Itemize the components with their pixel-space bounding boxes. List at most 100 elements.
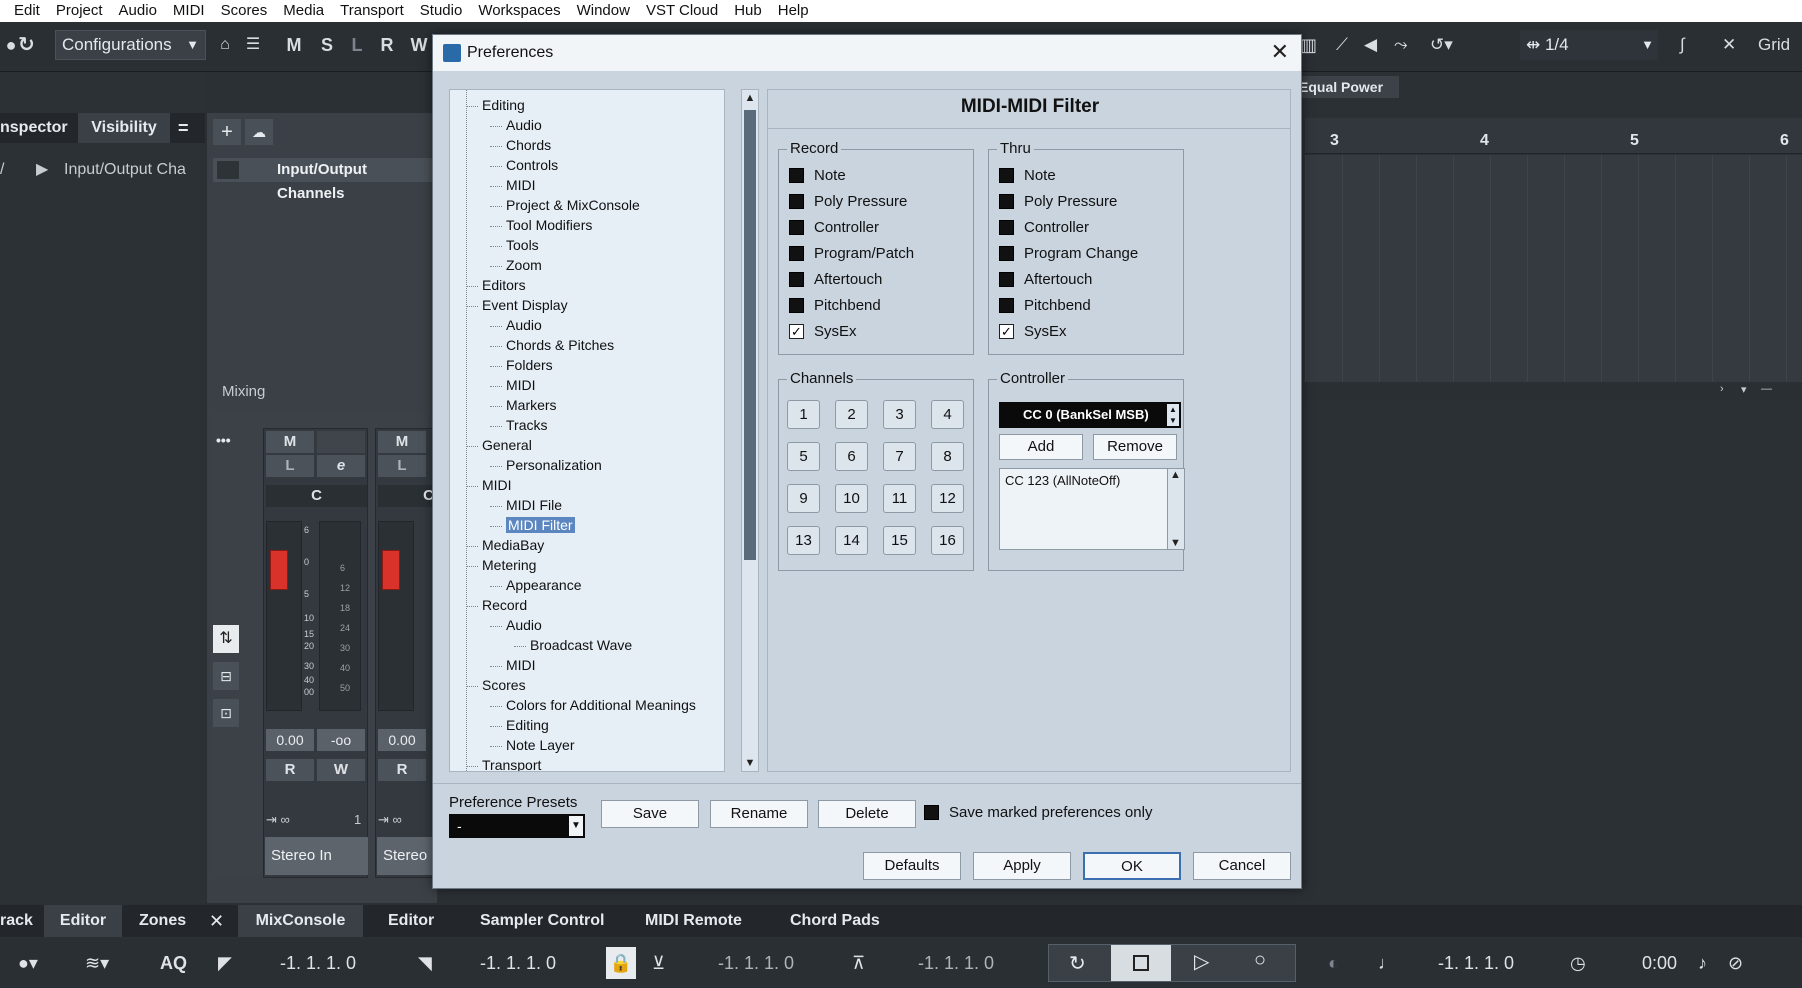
channel-button[interactable]: 5 <box>787 442 820 471</box>
record-checkbox[interactable] <box>789 193 804 209</box>
note-icon[interactable]: ♩ <box>1378 947 1396 979</box>
stop-button[interactable] <box>1111 945 1171 981</box>
tab-mixconsole[interactable]: MixConsole <box>238 905 363 937</box>
scroll-up-icon[interactable]: ▲ <box>1170 469 1181 481</box>
record-checkbox[interactable] <box>789 245 804 261</box>
tree-item[interactable]: MIDI <box>506 657 536 673</box>
left-locator-icon[interactable]: ◤ <box>218 947 232 979</box>
strip-read-button[interactable]: R <box>378 759 426 781</box>
rename-preset-button[interactable]: Rename <box>710 800 808 828</box>
tree-scrollbar[interactable]: ▲ ▼ <box>741 89 759 772</box>
menu-item-workspaces[interactable]: Workspaces <box>470 0 568 22</box>
tree-item[interactable]: MediaBay <box>482 537 544 553</box>
record-checkbox[interactable] <box>789 297 804 313</box>
tree-item[interactable]: Editors <box>482 277 526 293</box>
menu-item-audio[interactable]: Audio <box>111 0 165 22</box>
record-filter-row[interactable]: Program/Patch <box>789 242 914 264</box>
add-icon[interactable]: + <box>213 119 241 145</box>
io-channels-bar[interactable]: Input/Output Channels <box>213 158 437 202</box>
channel-button[interactable]: 10 <box>835 484 868 513</box>
thru-checkbox[interactable] <box>999 193 1014 209</box>
thru-checkbox[interactable]: ✓ <box>999 323 1014 339</box>
tree-item[interactable]: MIDI <box>482 477 512 493</box>
position-field[interactable]: -1. 1. 1. 0 <box>1438 947 1514 979</box>
strip-listen-button[interactable]: L <box>266 455 314 477</box>
ok-button[interactable]: OK <box>1083 852 1181 880</box>
play-icon[interactable]: ▷ <box>1194 949 1209 974</box>
right-locator-icon[interactable]: ◥ <box>418 947 432 979</box>
scroll-down-icon[interactable]: ▼ <box>1170 537 1181 549</box>
thru-filter-row[interactable]: Aftertouch <box>999 268 1092 290</box>
panel-menu-icon[interactable]: = <box>178 113 189 143</box>
scroll-down-icon[interactable]: ▼ <box>742 755 758 771</box>
thru-filter-row[interactable]: Controller <box>999 216 1089 238</box>
channel-button[interactable]: 11 <box>883 484 916 513</box>
strip-mute-button[interactable]: M <box>266 431 314 453</box>
tree-item[interactable]: MIDI Filter <box>506 517 575 533</box>
punch-in-icon[interactable]: ⊻ <box>652 947 665 979</box>
tree-item[interactable]: Event Display <box>482 297 568 313</box>
list-item[interactable]: CC 123 (AllNoteOff) <box>1005 473 1163 488</box>
tree-item[interactable]: MIDI <box>506 377 536 393</box>
controller-select[interactable]: CC 0 (BankSel MSB) ▲ ▼ <box>999 402 1181 428</box>
routing-icon[interactable]: ⇥ ∞ <box>378 812 402 828</box>
delete-preset-button[interactable]: Delete <box>818 800 916 828</box>
channel-button[interactable]: 6 <box>835 442 868 471</box>
record-filter-row[interactable]: Controller <box>789 216 879 238</box>
click-icon[interactable]: ♪ <box>1698 947 1707 979</box>
tree-item[interactable]: Personalization <box>506 457 602 473</box>
thru-checkbox[interactable] <box>999 297 1014 313</box>
glue-icon[interactable]: ⤳ <box>1394 22 1408 68</box>
more-options-icon[interactable]: ••• <box>216 432 231 448</box>
channel-button[interactable]: 8 <box>931 442 964 471</box>
expand-triangle-icon[interactable]: ▶ <box>36 155 48 185</box>
zoom-dropdown-icon[interactable]: ▾ <box>1741 383 1747 396</box>
lock-icon[interactable]: 🔒 <box>606 947 636 979</box>
defaults-button[interactable]: Defaults <box>863 852 961 880</box>
snap-grid-icon[interactable]: ✕ <box>1722 22 1736 68</box>
scroll-right-icon[interactable]: › <box>1720 383 1724 395</box>
tree-item[interactable]: Audio <box>506 117 542 133</box>
thru-filter-row[interactable]: Note <box>999 164 1056 186</box>
tree-item[interactable]: Markers <box>506 397 557 413</box>
strip-listen-button[interactable]: L <box>378 455 426 477</box>
inspector-io-row[interactable]: / ▶ Input/Output Cha <box>0 155 205 185</box>
record-filter-row[interactable]: ✓ SysEx <box>789 320 857 342</box>
punch-out-field[interactable]: -1. 1. 1. 0 <box>918 947 994 979</box>
record-filter-row[interactable]: Aftertouch <box>789 268 882 290</box>
cycle-icon[interactable]: ↻ <box>1069 951 1086 976</box>
channel-button[interactable]: 1 <box>787 400 820 429</box>
tree-item[interactable]: Note Layer <box>506 737 574 753</box>
tree-item[interactable]: General <box>482 437 532 453</box>
strip-volume-value[interactable]: 0.00 <box>266 729 314 751</box>
close-icon[interactable]: ✕ <box>1271 39 1289 65</box>
fader-tool-icon[interactable]: ⇅ <box>213 625 239 653</box>
tree-item[interactable]: Tool Modifiers <box>506 217 592 233</box>
right-locator-field[interactable]: -1. 1. 1. 0 <box>480 947 556 979</box>
thru-filter-row[interactable]: Poly Pressure <box>999 190 1117 212</box>
scrollbar-thumb[interactable] <box>744 110 756 560</box>
channel-button[interactable]: 14 <box>835 526 868 555</box>
tab-inspector[interactable]: nspector <box>0 113 68 143</box>
thru-checkbox[interactable] <box>999 219 1014 235</box>
menu-item-vst-cloud[interactable]: VST Cloud <box>638 0 726 22</box>
menu-item-studio[interactable]: Studio <box>412 0 471 22</box>
channel-button[interactable]: 15 <box>883 526 916 555</box>
tree-item[interactable]: Tracks <box>506 417 547 433</box>
tab-zones[interactable]: Zones <box>139 905 186 937</box>
record-checkbox[interactable] <box>789 167 804 183</box>
left-locator-field[interactable]: -1. 1. 1. 0 <box>280 947 356 979</box>
record-mode-icon[interactable]: ●▾ <box>18 947 38 979</box>
menu-item-edit[interactable]: Edit <box>0 0 48 22</box>
strip-name[interactable]: Stereo O <box>377 837 436 875</box>
record-checkbox[interactable] <box>789 271 804 287</box>
menu-item-window[interactable]: Window <box>569 0 638 22</box>
channel-button[interactable]: 12 <box>931 484 964 513</box>
punch-in-field[interactable]: -1. 1. 1. 0 <box>718 947 794 979</box>
tree-item[interactable]: Colors for Additional Meanings <box>506 697 696 713</box>
tree-item[interactable]: Tools <box>506 237 539 253</box>
menu-item-project[interactable]: Project <box>48 0 111 22</box>
tree-item[interactable]: Broadcast Wave <box>530 637 632 653</box>
save-marked-checkbox[interactable] <box>924 805 939 820</box>
strip-mute-button[interactable]: M <box>378 431 426 453</box>
